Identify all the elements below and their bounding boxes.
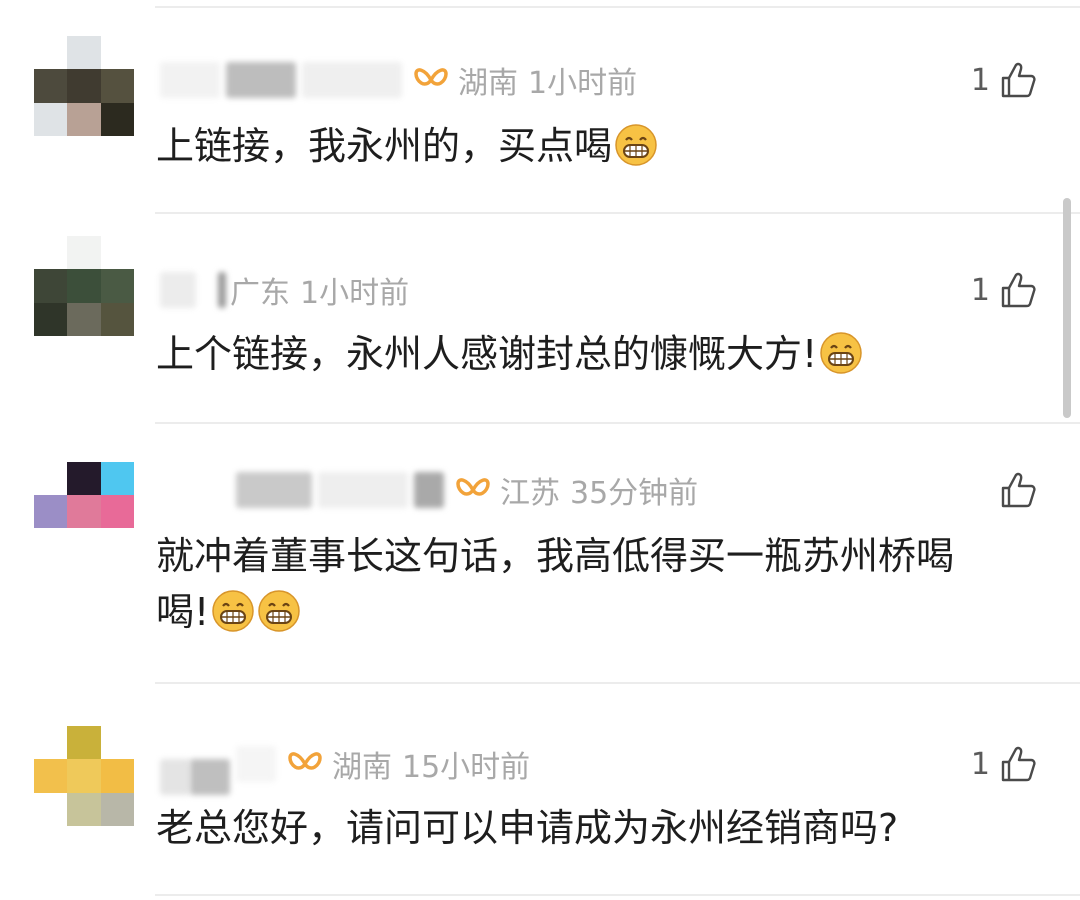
username-blurred[interactable] <box>160 62 220 98</box>
like-button[interactable]: 1 <box>971 58 1036 102</box>
grinning-face-emoji <box>212 590 254 632</box>
avatar[interactable] <box>34 236 134 336</box>
username-blurred[interactable] <box>318 472 408 508</box>
like-button[interactable]: 1 <box>971 742 1036 786</box>
username-blurred[interactable] <box>160 272 196 308</box>
comment-time: 15小时前 <box>402 750 531 785</box>
username-blurred[interactable] <box>226 62 296 98</box>
username-blurred[interactable] <box>302 62 402 98</box>
username-blurred[interactable] <box>160 759 190 795</box>
divider <box>155 422 1080 424</box>
comment-body: 上链接，我永州的，买点喝 <box>156 124 613 168</box>
comment-body: 老总您好，请问可以申请成为永州经销商吗? <box>156 806 899 850</box>
like-button[interactable]: 1 <box>971 268 1036 312</box>
comment-meta: 广东 1小时前 <box>160 270 410 311</box>
like-count: 1 <box>970 62 990 98</box>
username-blurred[interactable] <box>414 472 444 508</box>
comment-meta: 湖南 1小时前 <box>160 60 638 101</box>
comment-location: 湖南 <box>332 750 392 785</box>
thumbs-up-icon <box>1001 62 1036 98</box>
divider <box>155 682 1080 684</box>
comment-time: 1小时前 <box>300 276 410 311</box>
vip-badge-icon <box>414 68 448 86</box>
comment-time: 35分钟前 <box>570 476 699 511</box>
comment-location: 湖南 <box>458 66 518 101</box>
avatar[interactable] <box>34 726 134 826</box>
comment-location: 广东 <box>230 276 290 311</box>
like-count: 1 <box>970 746 990 782</box>
username-blurred[interactable] <box>236 746 276 782</box>
comment-body: 上个链接，永州人感谢封总的慷慨大方! <box>156 332 818 376</box>
comment-text: 上个链接，永州人感谢封总的慷慨大方! <box>156 326 1036 382</box>
thumbs-up-icon <box>1001 472 1036 508</box>
username-blurred[interactable] <box>236 472 312 508</box>
username-blurred[interactable] <box>218 272 226 308</box>
vip-badge-icon <box>288 752 322 770</box>
scrollbar[interactable] <box>1063 198 1071 418</box>
avatar[interactable] <box>34 462 134 528</box>
comment-feed[interactable]: 湖南 1小时前 1 上链接，我永州的，买点喝 广东 1小时前 1 上个链接，永州… <box>0 0 1080 900</box>
username-blurred[interactable] <box>190 759 230 795</box>
grinning-face-emoji <box>615 124 657 166</box>
vip-badge-icon <box>456 478 490 496</box>
comment-body-line: 喝! <box>156 590 210 634</box>
comment-location: 江苏 <box>500 476 560 511</box>
avatar[interactable] <box>34 36 134 136</box>
divider <box>155 894 1080 896</box>
divider <box>155 6 1080 8</box>
comment-meta: 湖南 15小时前 <box>160 744 531 795</box>
comment-body-line: 就冲着董事长这句话，我高低得买一瓶苏州桥喝 <box>156 534 955 578</box>
grinning-face-emoji <box>258 590 300 632</box>
comment-text: 上链接，我永州的，买点喝 <box>156 118 1036 174</box>
comment-body-line-2: 喝! <box>156 584 1036 640</box>
comment-text: 老总您好，请问可以申请成为永州经销商吗? <box>156 800 1036 856</box>
like-count: 1 <box>970 272 990 308</box>
comment-text: 就冲着董事长这句话，我高低得买一瓶苏州桥喝 喝! <box>156 528 1036 640</box>
divider <box>155 212 1080 214</box>
like-button[interactable] <box>990 468 1036 512</box>
comment-meta: 江苏 35分钟前 <box>160 470 699 511</box>
thumbs-up-icon <box>1001 272 1036 308</box>
grinning-face-emoji <box>820 332 862 374</box>
thumbs-up-icon <box>1001 746 1036 782</box>
comment-time: 1小时前 <box>528 66 638 101</box>
